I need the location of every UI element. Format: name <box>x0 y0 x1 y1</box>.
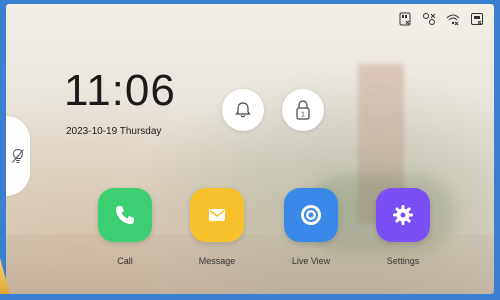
app-grid: Call Message Live View Settings <box>6 188 494 288</box>
clock-date: 2023-10-19 Thursday <box>66 126 162 137</box>
storage-icon <box>471 13 483 25</box>
envelope-icon <box>209 209 225 221</box>
lock-badge: 1 <box>301 112 305 119</box>
bell-icon <box>235 102 251 118</box>
gear-icon <box>393 205 413 225</box>
live-view-label: Live View <box>291 256 331 266</box>
settings-tile[interactable] <box>376 188 430 242</box>
sd-card-icon <box>399 12 411 26</box>
unlock-button[interactable]: 1 <box>282 89 324 131</box>
camera-icon <box>301 205 321 225</box>
home-screen: 11:06 2023-10-19 Thursday 1 Call Message… <box>6 4 494 294</box>
status-bar <box>398 12 484 26</box>
settings-label: Settings <box>386 256 420 266</box>
live-view-app[interactable]: Live View <box>276 188 346 266</box>
network-off-icon <box>423 13 436 25</box>
live-view-tile[interactable] <box>284 188 338 242</box>
clock-time: 11:06 <box>64 66 176 115</box>
phone-icon <box>116 206 134 224</box>
settings-app[interactable]: Settings <box>368 188 438 266</box>
call-app[interactable]: Call <box>90 188 160 266</box>
side-panel-tab[interactable] <box>6 116 30 196</box>
call-tile[interactable] <box>98 188 152 242</box>
message-tile[interactable] <box>190 188 244 242</box>
notification-button[interactable] <box>222 89 264 131</box>
lightbulb-off-icon <box>12 148 24 163</box>
message-label: Message <box>198 256 236 266</box>
lock-icon: 1 <box>296 100 310 120</box>
message-app[interactable]: Message <box>182 188 252 266</box>
call-label: Call <box>117 256 133 266</box>
wifi-off-icon <box>446 14 460 26</box>
